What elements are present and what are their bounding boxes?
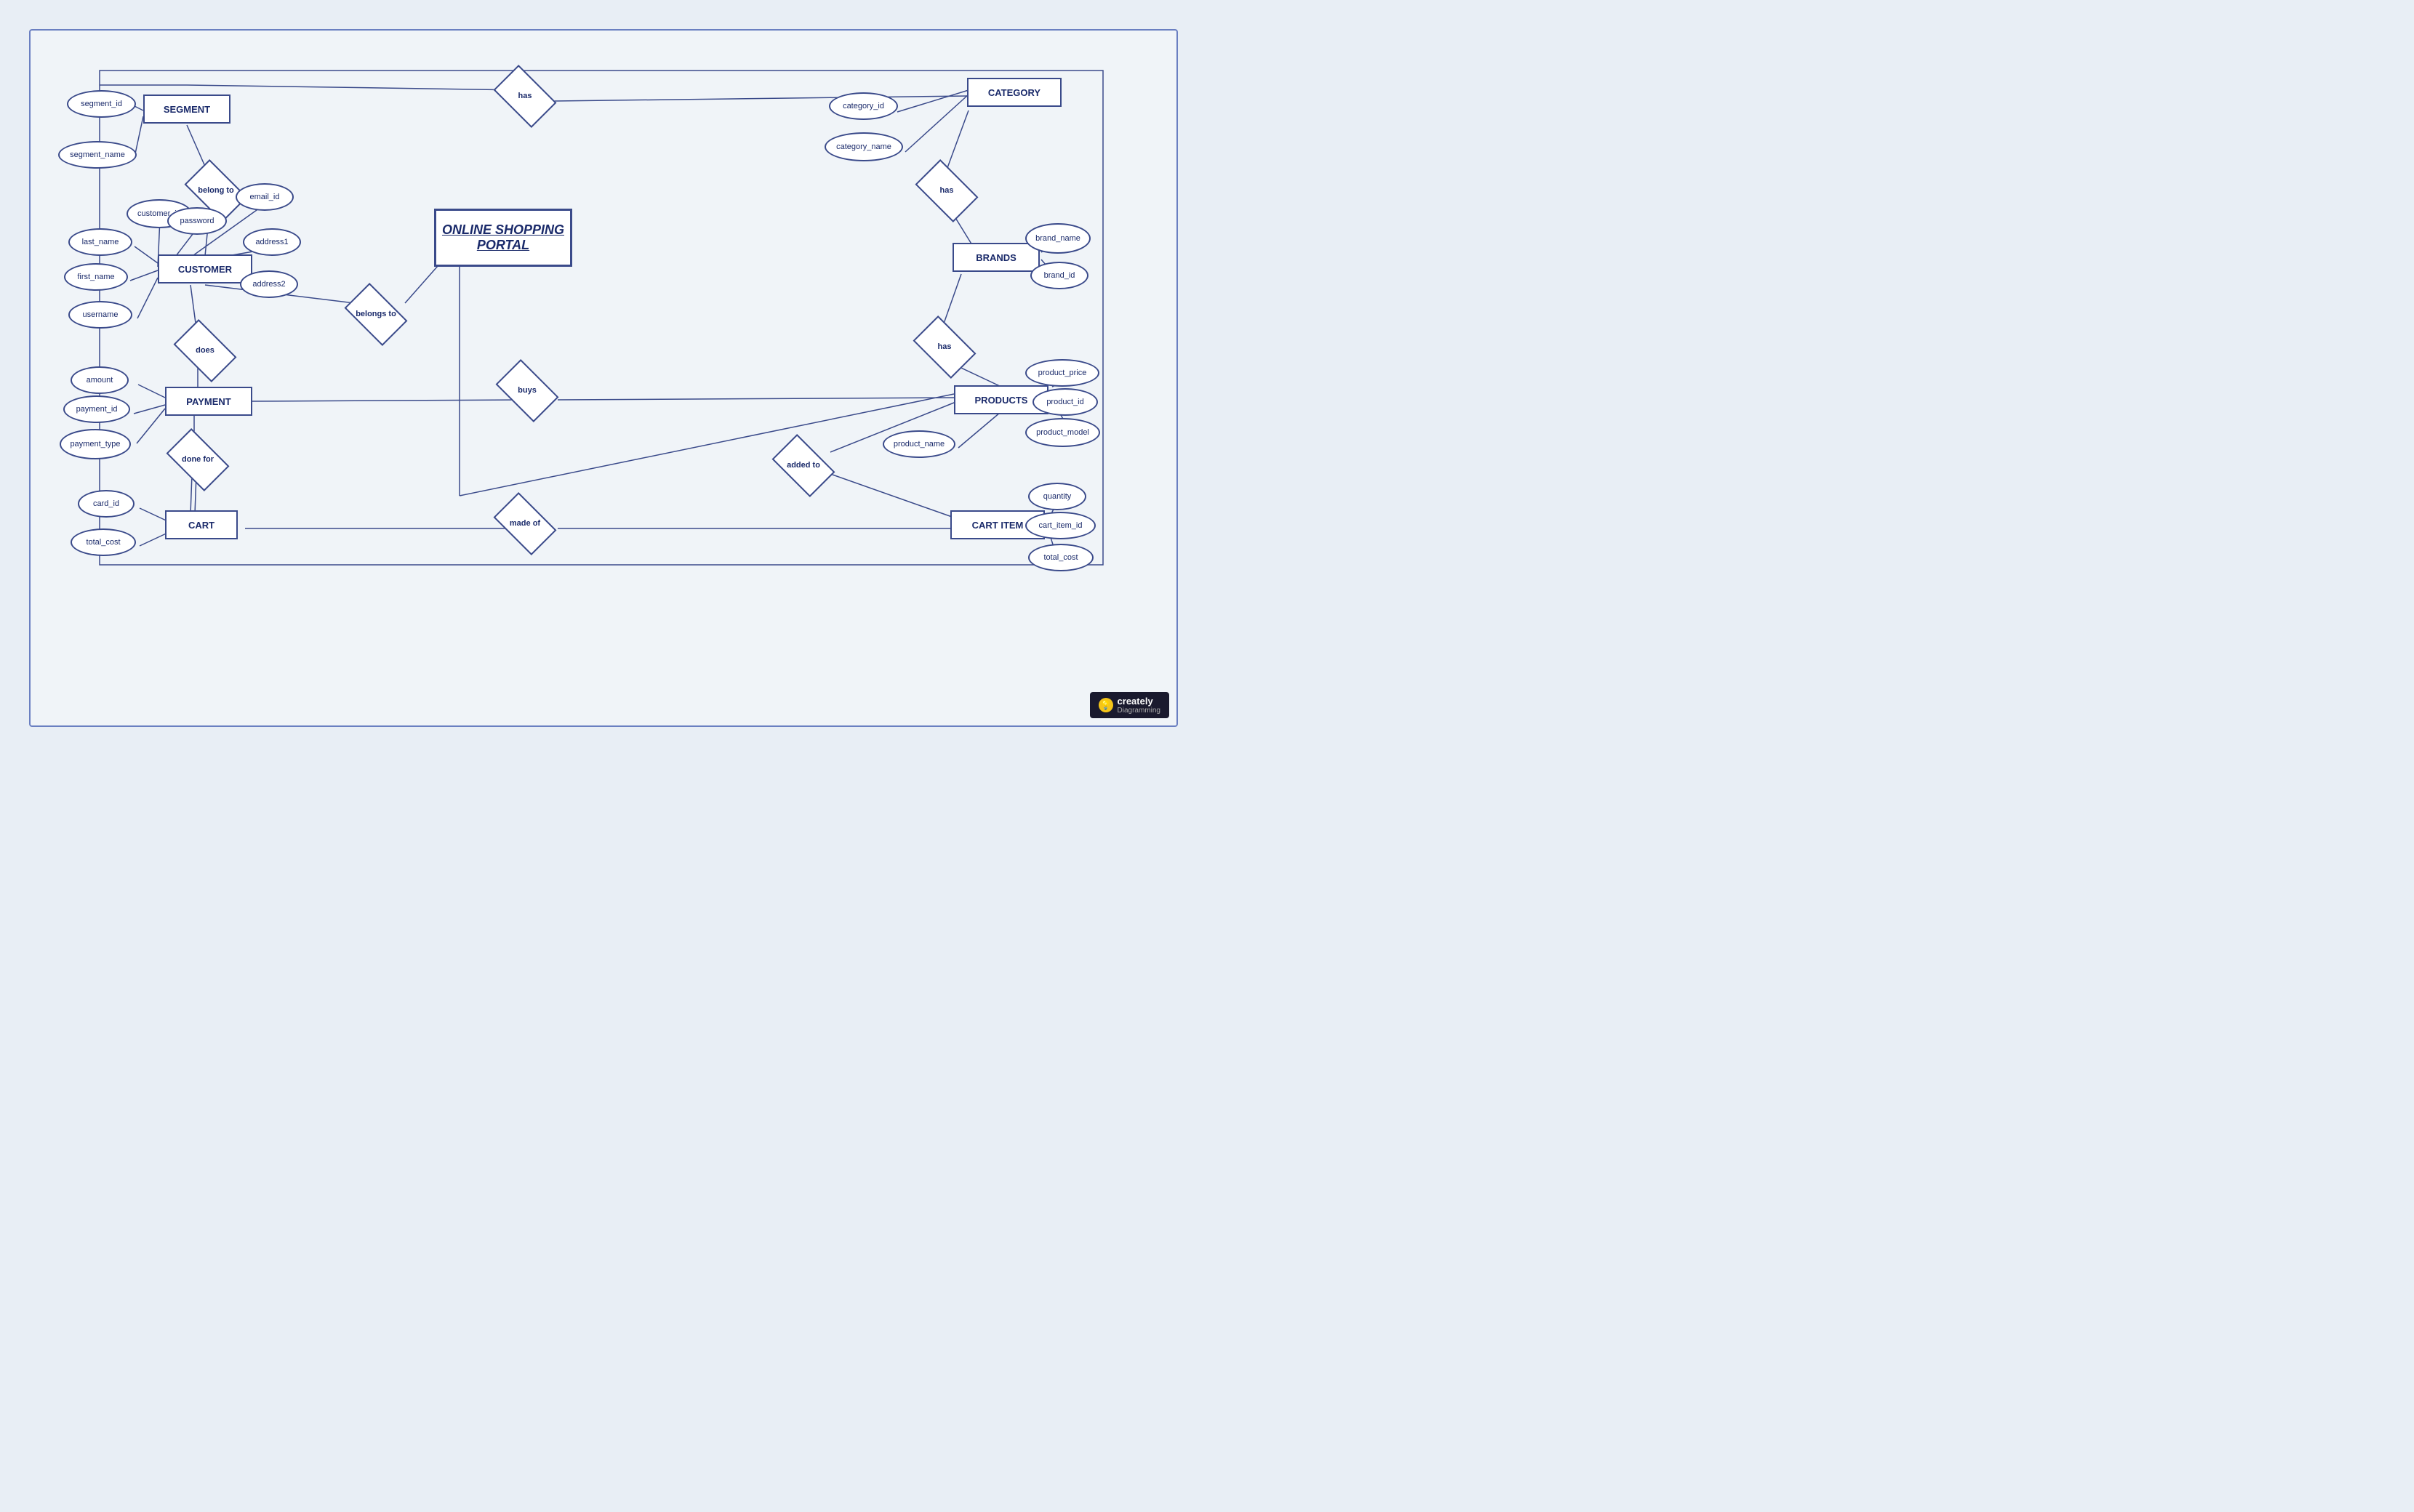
attr-payment-type: payment_type <box>60 429 131 459</box>
attr-password: password <box>167 207 227 235</box>
relationship-has-category: has <box>492 74 558 118</box>
diagram-canvas: ONLINE SHOPPING PORTAL SEGMENT CUSTOMER … <box>29 29 1178 727</box>
attr-product-price: product_price <box>1025 359 1099 387</box>
brand-icon: 💡 <box>1099 698 1113 712</box>
attr-product-name: product_name <box>883 430 955 458</box>
attr-last-name: last_name <box>68 228 132 256</box>
attr-product-id: product_id <box>1032 388 1098 416</box>
attr-category-name: category_name <box>825 132 903 161</box>
attr-amount: amount <box>71 366 129 394</box>
relationship-does: does <box>172 329 238 372</box>
attr-segment-id: segment_id <box>67 90 136 118</box>
entity-segment: SEGMENT <box>143 94 230 124</box>
attr-total-cost-cart: total_cost <box>71 528 136 556</box>
attr-email-id: email_id <box>236 183 294 211</box>
main-title: ONLINE SHOPPING PORTAL <box>434 209 572 267</box>
relationship-added-to: added to <box>771 443 836 487</box>
entity-category: CATEGORY <box>967 78 1062 107</box>
entity-brands: BRANDS <box>953 243 1040 272</box>
attr-address2: address2 <box>240 270 298 298</box>
attr-total-cost-ci: total_cost <box>1028 544 1094 571</box>
relationship-buys: buys <box>494 369 560 412</box>
attr-product-model: product_model <box>1025 418 1100 447</box>
relationship-belongs-to: belongs to <box>343 292 409 336</box>
attr-username: username <box>68 301 132 329</box>
attr-first-name: first_name <box>64 263 128 291</box>
attr-address1: address1 <box>243 228 301 256</box>
attr-card-id: card_id <box>78 490 135 518</box>
attr-segment-name: segment_name <box>58 141 137 169</box>
brand-tagline: Diagramming <box>1118 707 1160 715</box>
entity-customer: CUSTOMER <box>158 254 252 284</box>
attr-quantity: quantity <box>1028 483 1086 510</box>
relationship-has-brands: has <box>914 169 979 212</box>
attr-cart-item-id: cart_item_id <box>1025 512 1096 539</box>
relationship-made-of: made of <box>492 502 558 545</box>
relationship-has-products: has <box>912 325 977 369</box>
attr-brand-name: brand_name <box>1025 223 1091 254</box>
entity-payment: PAYMENT <box>165 387 252 416</box>
connector-lines <box>31 31 1176 725</box>
attr-payment-id: payment_id <box>63 395 130 423</box>
branding-logo: 💡 creately Diagramming <box>1090 692 1169 718</box>
attr-category-id: category_id <box>829 92 898 120</box>
relationship-done-for: done for <box>165 438 230 481</box>
entity-cart: CART <box>165 510 238 539</box>
brand-name: creately <box>1118 696 1160 707</box>
attr-brand-id: brand_id <box>1030 262 1088 289</box>
